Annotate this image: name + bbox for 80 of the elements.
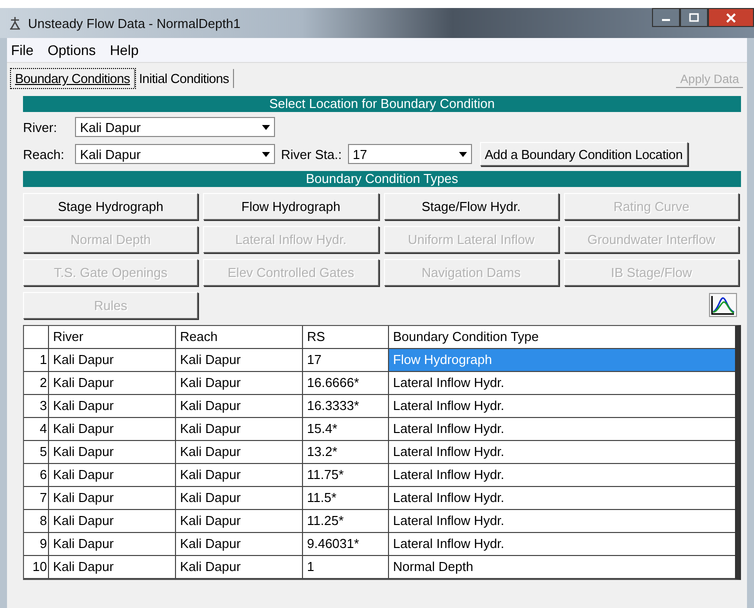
row-number: 4: [24, 418, 49, 440]
row-number: 8: [24, 510, 49, 532]
table-cell[interactable]: Lateral Inflow Hydr.: [389, 533, 735, 555]
menu-item[interactable]: File: [11, 42, 34, 58]
row-number: 3: [24, 395, 49, 417]
table-cell: 13.2*: [303, 441, 389, 463]
table-cell[interactable]: Lateral Inflow Hydr.: [389, 441, 735, 463]
table-cell: Kali Dapur: [176, 556, 303, 578]
column-header: RS: [303, 326, 389, 348]
chart-icon[interactable]: [709, 293, 737, 317]
table-cell: 11.75*: [303, 464, 389, 486]
table-cell: Kali Dapur: [49, 395, 176, 417]
table-cell: 16.6666*: [303, 372, 389, 394]
table-cell: 16.3333*: [303, 395, 389, 417]
table-cell: Kali Dapur: [176, 464, 303, 486]
condition-type-button[interactable]: Stage Hydrograph: [23, 193, 198, 220]
caret-icon: [458, 152, 467, 156]
caret-icon: [262, 152, 270, 156]
table-cell: Kali Dapur: [176, 510, 303, 532]
station-dropdown[interactable]: 17: [348, 144, 472, 164]
reach-dropdown[interactable]: Kali Dapur: [75, 144, 275, 164]
condition-type-button[interactable]: Flow Hydrograph: [203, 193, 378, 220]
row-number: 9: [24, 533, 49, 555]
table-cell: Kali Dapur: [49, 464, 176, 486]
section-header: Boundary Condition Types: [23, 171, 741, 187]
table-cell: 1: [303, 556, 389, 578]
field-label: Reach:: [23, 146, 66, 162]
section-header: Select Location for Boundary Condition: [23, 96, 741, 112]
column-header: Reach: [176, 326, 303, 348]
table-cell[interactable]: Normal Depth: [389, 556, 735, 578]
row-number: 1: [24, 349, 49, 371]
table-cell: Kali Dapur: [49, 418, 176, 440]
table-cell: 11.5*: [303, 487, 389, 509]
table-cell: Kali Dapur: [176, 349, 303, 371]
row-number: 2: [24, 372, 49, 394]
table-cell[interactable]: Lateral Inflow Hydr.: [389, 464, 735, 486]
table-cell: Kali Dapur: [49, 441, 176, 463]
table-cell[interactable]: Lateral Inflow Hydr.: [389, 372, 735, 394]
table-cell: Kali Dapur: [176, 487, 303, 509]
row-number: 10: [24, 556, 49, 578]
close-icon: [726, 12, 736, 22]
minimize-button[interactable]: [652, 8, 680, 27]
table-cell[interactable]: Lateral Inflow Hydr.: [389, 395, 735, 417]
river-dropdown[interactable]: Kali Dapur: [75, 117, 275, 137]
table-cell: Kali Dapur: [176, 372, 303, 394]
column-header: Boundary Condition Type: [392, 328, 540, 346]
table-cell[interactable]: Lateral Inflow Hydr.: [389, 487, 735, 509]
table-cell: Kali Dapur: [176, 533, 303, 555]
condition-type-button[interactable]: Stage/Flow Hydr.: [384, 193, 559, 220]
table-cell: Kali Dapur: [176, 395, 303, 417]
table-cell: Kali Dapur: [176, 441, 303, 463]
window-title: Unsteady Flow Data - NormalDepth1: [28, 16, 240, 30]
row-number: 5: [24, 441, 49, 463]
menu-item[interactable]: Options: [48, 42, 96, 58]
menu-item[interactable]: Help: [110, 42, 139, 58]
field-label: River:: [23, 120, 58, 134]
table-cell: 11.25*: [303, 510, 389, 532]
row-number: 7: [24, 487, 49, 509]
table-cell: Kali Dapur: [49, 349, 176, 371]
table-cell: Kali Dapur: [49, 533, 176, 555]
tab[interactable]: Boundary Conditions: [11, 69, 135, 88]
table-cell: 9.46031*: [303, 533, 389, 555]
table-cell: Kali Dapur: [49, 510, 176, 532]
caret-icon: [262, 124, 270, 130]
table-cell: Kali Dapur: [49, 487, 176, 509]
add-location-button[interactable]: Add a Boundary Condition Location: [480, 142, 688, 166]
table-cell: Kali Dapur: [49, 372, 176, 394]
tab[interactable]: Initial Conditions: [135, 69, 234, 88]
table-cell: 15.4*: [303, 418, 389, 440]
table-cell: Kali Dapur: [49, 556, 176, 578]
table-cell: Kali Dapur: [176, 418, 303, 440]
field-label: River Sta.:: [281, 146, 342, 162]
close-button[interactable]: [708, 8, 754, 27]
maximize-button[interactable]: [680, 8, 708, 27]
maximize-icon: [689, 13, 699, 22]
column-header: River: [49, 326, 176, 348]
table-cell[interactable]: Lateral Inflow Hydr.: [389, 418, 735, 440]
table-cell[interactable]: Lateral Inflow Hydr.: [389, 510, 735, 532]
figure-icon: [8, 16, 22, 30]
row-number: 6: [24, 464, 49, 486]
